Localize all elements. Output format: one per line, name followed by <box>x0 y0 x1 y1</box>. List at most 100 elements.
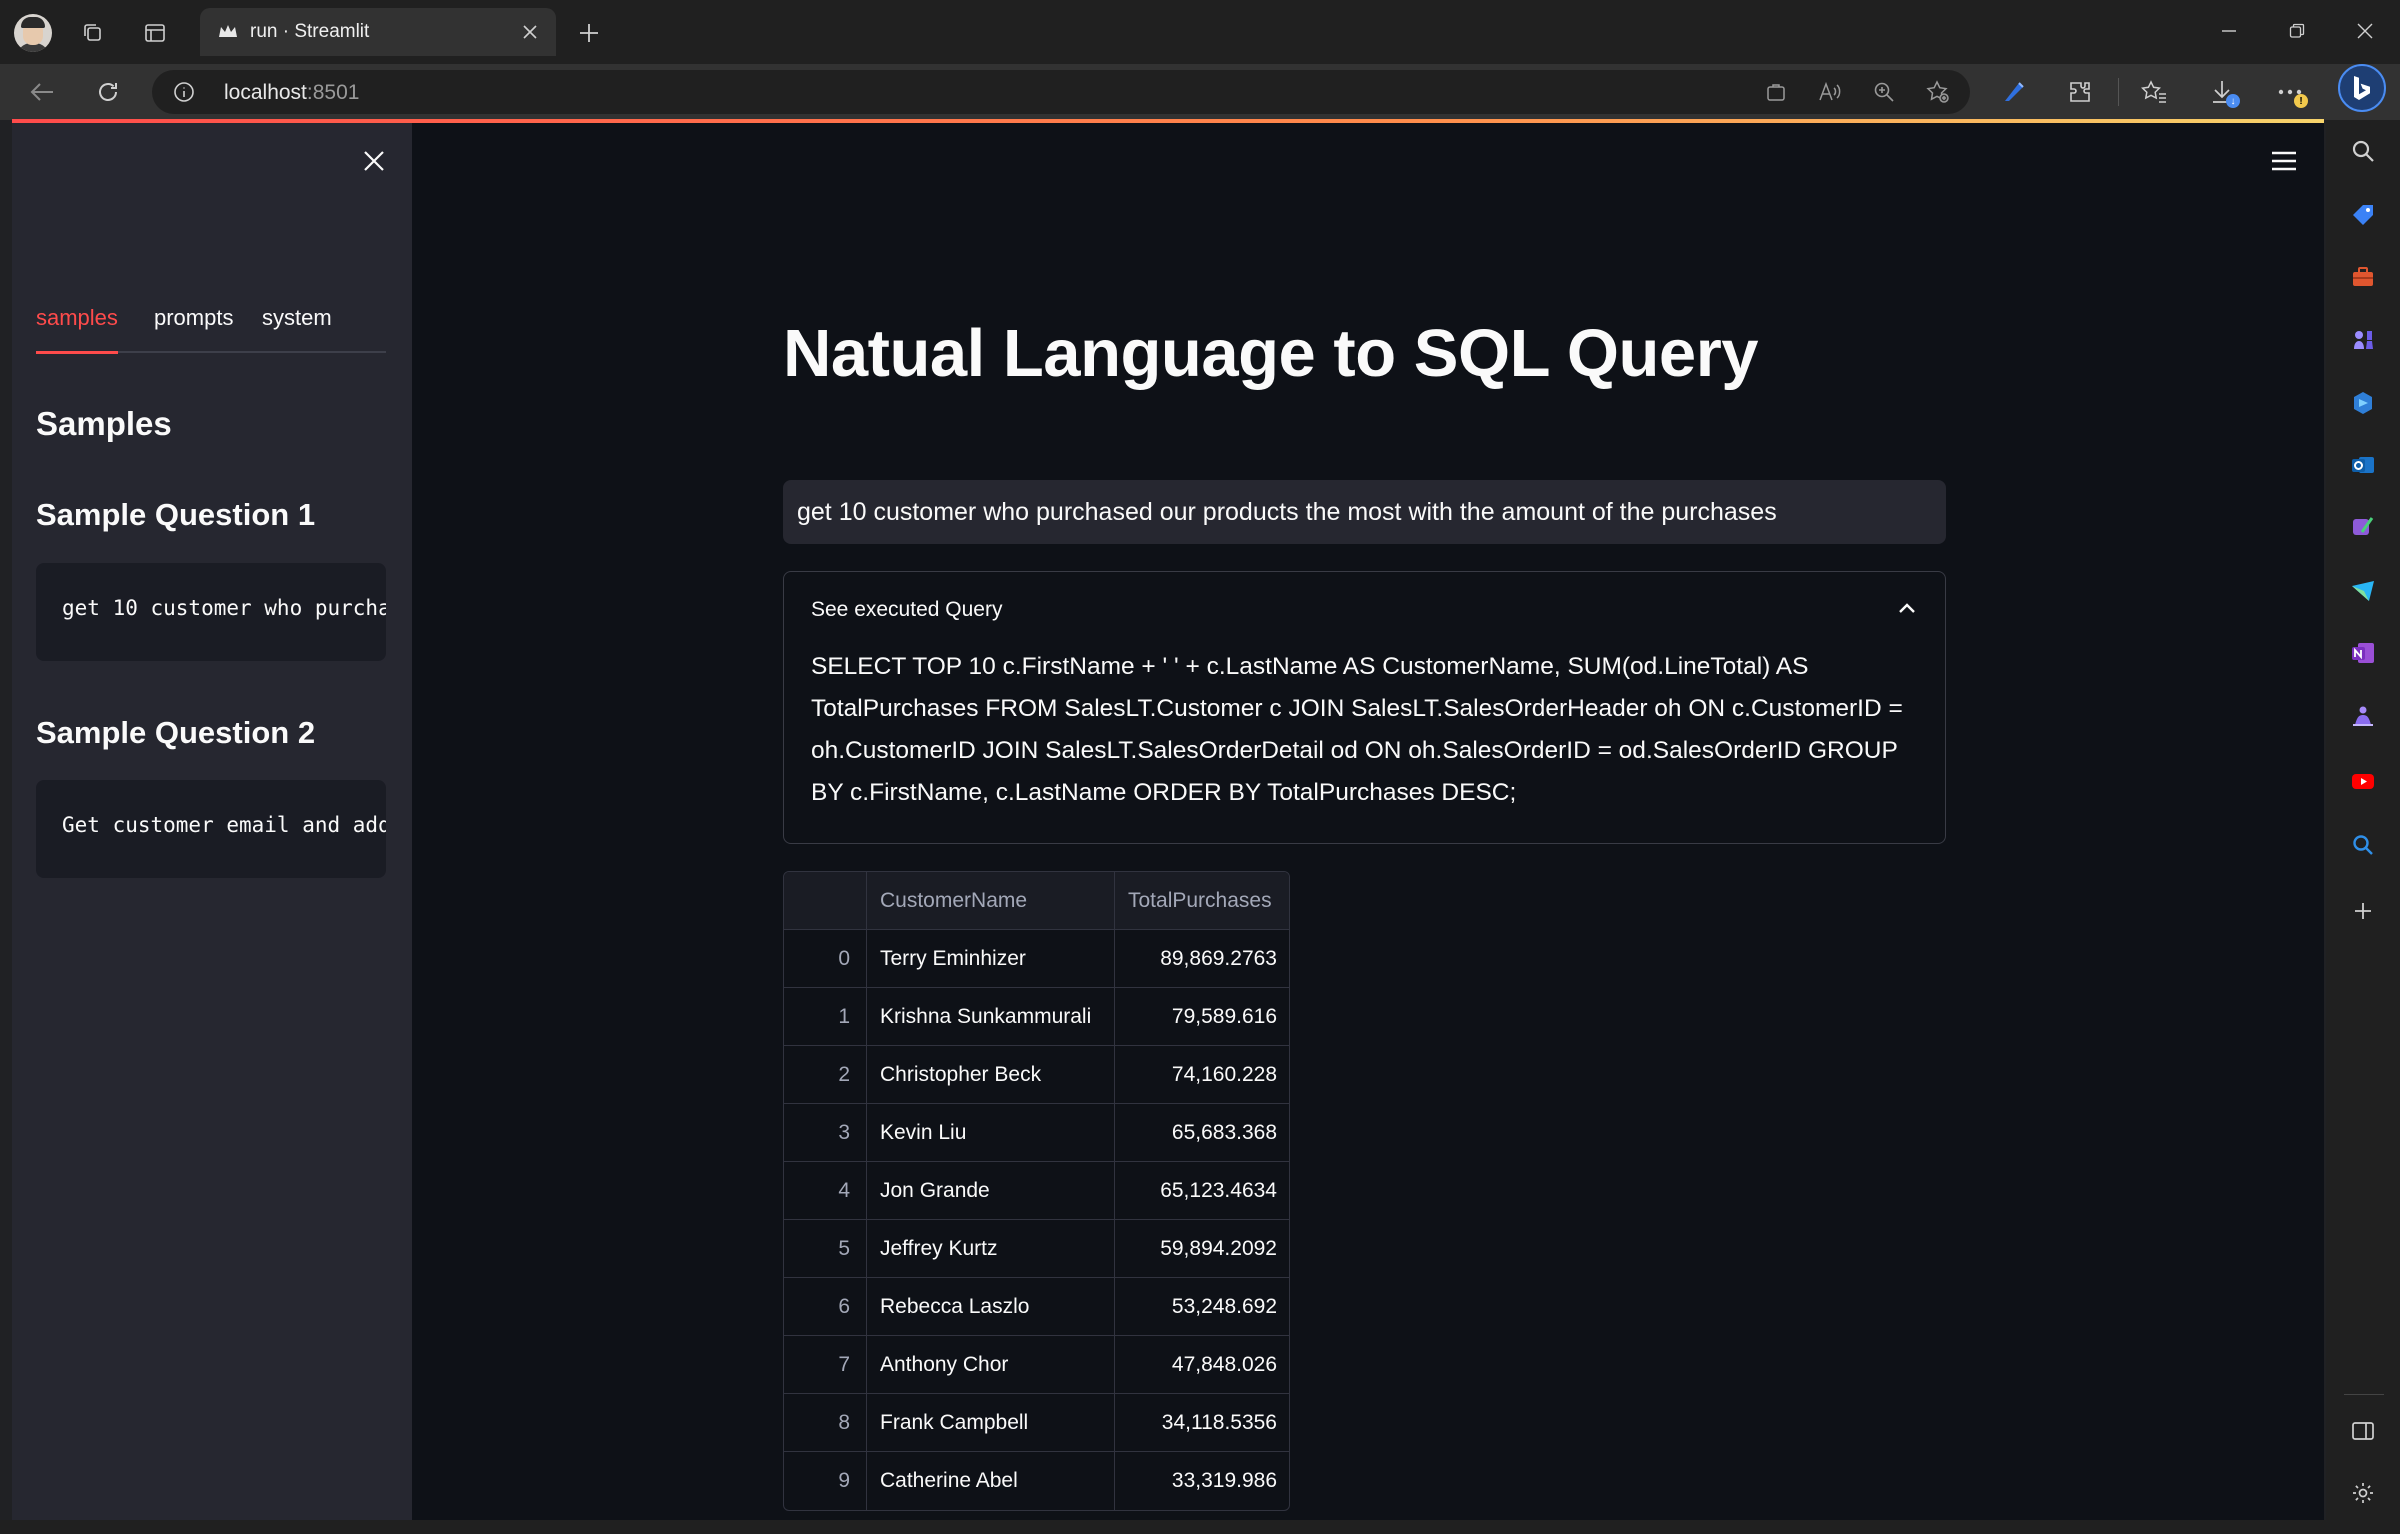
url-text: localhost:8501 <box>224 81 360 104</box>
row-index: 2 <box>838 1063 850 1086</box>
minimize-button[interactable] <box>2212 14 2246 48</box>
games-chess-icon[interactable] <box>2346 322 2380 356</box>
row-index: 3 <box>838 1121 850 1144</box>
read-aloud-icon[interactable] <box>1816 78 1844 106</box>
edge-copilot-pen-icon[interactable] <box>1998 76 2030 108</box>
row-index: 0 <box>838 947 850 970</box>
executed-sql-query: SELECT TOP 10 c.FirstName + ' ' + c.Last… <box>811 653 1903 806</box>
expander-header[interactable]: See executed Query <box>784 572 1945 636</box>
reload-button[interactable] <box>90 74 126 110</box>
table-row[interactable]: 0 Terry Eminhizer 89,869.2763 <box>784 930 1289 988</box>
question-input[interactable] <box>783 480 1946 544</box>
main-menu-icon[interactable] <box>2266 143 2302 179</box>
warning-badge-icon: ! <box>2294 94 2308 108</box>
customer-name-cell: Christopher Beck <box>880 1063 1042 1086</box>
meditation-icon[interactable] <box>2346 700 2380 734</box>
customer-name-cell: Kevin Liu <box>880 1121 967 1144</box>
table-row[interactable]: 4 Jon Grande 65,123.4634 <box>784 1162 1289 1220</box>
total-purchases-cell: 79,589.616 <box>1171 1005 1277 1028</box>
site-info-icon[interactable] <box>172 80 196 104</box>
restore-button[interactable] <box>2280 14 2314 48</box>
search-icon[interactable] <box>2346 134 2380 168</box>
column-header-totalpurchases[interactable]: TotalPurchases <box>1128 872 1272 930</box>
table-row[interactable]: 3 Kevin Liu 65,683.368 <box>784 1104 1289 1162</box>
outlook-icon[interactable] <box>2346 448 2380 482</box>
drop-send-icon[interactable] <box>2346 574 2380 608</box>
total-purchases-cell: 65,123.4634 <box>1160 1179 1277 1202</box>
tools-briefcase-icon[interactable] <box>2346 260 2380 294</box>
results-dataframe[interactable]: CustomerName TotalPurchases 0 Terry Eminh… <box>783 871 1290 1511</box>
row-index: 5 <box>838 1237 850 1260</box>
table-row[interactable]: 2 Christopher Beck 74,160.228 <box>784 1046 1289 1104</box>
tab-prompts[interactable]: prompts <box>154 301 233 353</box>
shopping-tag-icon[interactable] <box>2346 198 2380 232</box>
tab-actions-icon[interactable] <box>140 18 170 48</box>
sidebar-settings-gear-icon[interactable] <box>2346 1476 2380 1510</box>
total-purchases-cell: 65,683.368 <box>1171 1121 1277 1144</box>
youtube-icon[interactable] <box>2346 764 2380 798</box>
app-sidebar: samples prompts system Samples Sample Qu… <box>12 123 412 1520</box>
favorites-icon[interactable] <box>2138 76 2170 108</box>
bing-copilot-icon[interactable] <box>2338 64 2386 112</box>
customer-name-cell: Anthony Chor <box>880 1353 1009 1376</box>
address-bar[interactable]: localhost:8501 <box>152 70 1970 114</box>
tab-close-icon[interactable] <box>518 20 542 44</box>
browser-titlebar: run · Streamlit <box>0 0 2400 64</box>
column-header-customername[interactable]: CustomerName <box>880 872 1027 930</box>
row-index: 6 <box>838 1295 850 1318</box>
customer-name-cell: Rebecca Laszlo <box>880 1295 1030 1318</box>
sample-question-2-code[interactable]: Get customer email and address <box>36 780 386 878</box>
table-row[interactable]: 6 Rebecca Laszlo 53,248.692 <box>784 1278 1289 1336</box>
total-purchases-cell: 59,894.2092 <box>1160 1237 1277 1260</box>
tab-title: run · Streamlit <box>250 21 370 42</box>
row-index: 4 <box>838 1179 850 1202</box>
customer-name-cell: Krishna Sunkammurali <box>880 1005 1092 1028</box>
close-sidebar-icon[interactable] <box>356 143 392 179</box>
sample-question-1-text: get 10 customer who purchased our produc… <box>62 596 386 620</box>
window-bottom-edge <box>0 1520 2400 1534</box>
total-purchases-cell: 47,848.026 <box>1171 1353 1277 1376</box>
chevron-up-icon[interactable] <box>1895 596 1919 620</box>
bing-search-icon[interactable] <box>2346 828 2380 862</box>
browser-tab-active[interactable]: run · Streamlit <box>200 8 556 56</box>
app-available-icon[interactable] <box>1762 78 1790 106</box>
workspaces-icon[interactable] <box>78 18 108 48</box>
table-header: CustomerName TotalPurchases <box>784 872 1289 930</box>
table-row[interactable]: 8 Frank Campbell 34,118.5356 <box>784 1394 1289 1452</box>
downloads-icon[interactable]: ↓ <box>2206 76 2240 108</box>
microsoft-365-icon[interactable] <box>2346 386 2380 420</box>
tab-samples[interactable]: samples <box>36 301 118 353</box>
zoom-icon[interactable] <box>1870 78 1898 106</box>
table-row[interactable]: 5 Jeffrey Kurtz 59,894.2092 <box>784 1220 1289 1278</box>
new-tab-button[interactable] <box>572 16 606 50</box>
settings-more-icon[interactable]: ! <box>2274 76 2308 108</box>
sample-question-2-title: Sample Question 2 <box>36 715 316 750</box>
page-title: Natual Language to SQL Query <box>783 316 1759 391</box>
tab-system[interactable]: system <box>262 301 332 353</box>
designer-icon[interactable] <box>2346 510 2380 544</box>
extensions-icon[interactable] <box>2064 76 2096 108</box>
row-index: 7 <box>838 1353 850 1376</box>
table-row[interactable]: 7 Anthony Chor 47,848.026 <box>784 1336 1289 1394</box>
streamlit-app: samples prompts system Samples Sample Qu… <box>12 123 2324 1520</box>
customer-name-cell: Jon Grande <box>880 1179 990 1202</box>
customer-name-cell: Terry Eminhizer <box>880 947 1026 970</box>
total-purchases-cell: 33,319.986 <box>1171 1469 1277 1492</box>
sample-question-1-code[interactable]: get 10 customer who purchased our produc… <box>36 563 386 661</box>
profile-avatar[interactable] <box>14 14 52 52</box>
back-button[interactable] <box>24 74 60 110</box>
close-window-button[interactable] <box>2348 14 2382 48</box>
total-purchases-cell: 89,869.2763 <box>1160 947 1277 970</box>
add-sidebar-app-icon[interactable] <box>2346 894 2380 928</box>
total-purchases-cell: 53,248.692 <box>1171 1295 1277 1318</box>
sidebar-tabs: samples prompts system <box>36 301 386 354</box>
browser-toolbar: localhost:8501 ↓ ! <box>0 64 2400 120</box>
sample-question-2-text: Get customer email and address <box>62 813 386 837</box>
expander-label: See executed Query <box>811 598 1003 621</box>
executed-query-expander: See executed Query SELECT TOP 10 c.First… <box>783 571 1946 844</box>
add-favorite-icon[interactable] <box>1924 78 1952 106</box>
onenote-icon[interactable] <box>2346 636 2380 670</box>
table-row[interactable]: 1 Krishna Sunkammurali 79,589.616 <box>784 988 1289 1046</box>
hide-sidebar-icon[interactable] <box>2346 1414 2380 1448</box>
table-row[interactable]: 9 Catherine Abel 33,319.986 <box>784 1452 1289 1510</box>
